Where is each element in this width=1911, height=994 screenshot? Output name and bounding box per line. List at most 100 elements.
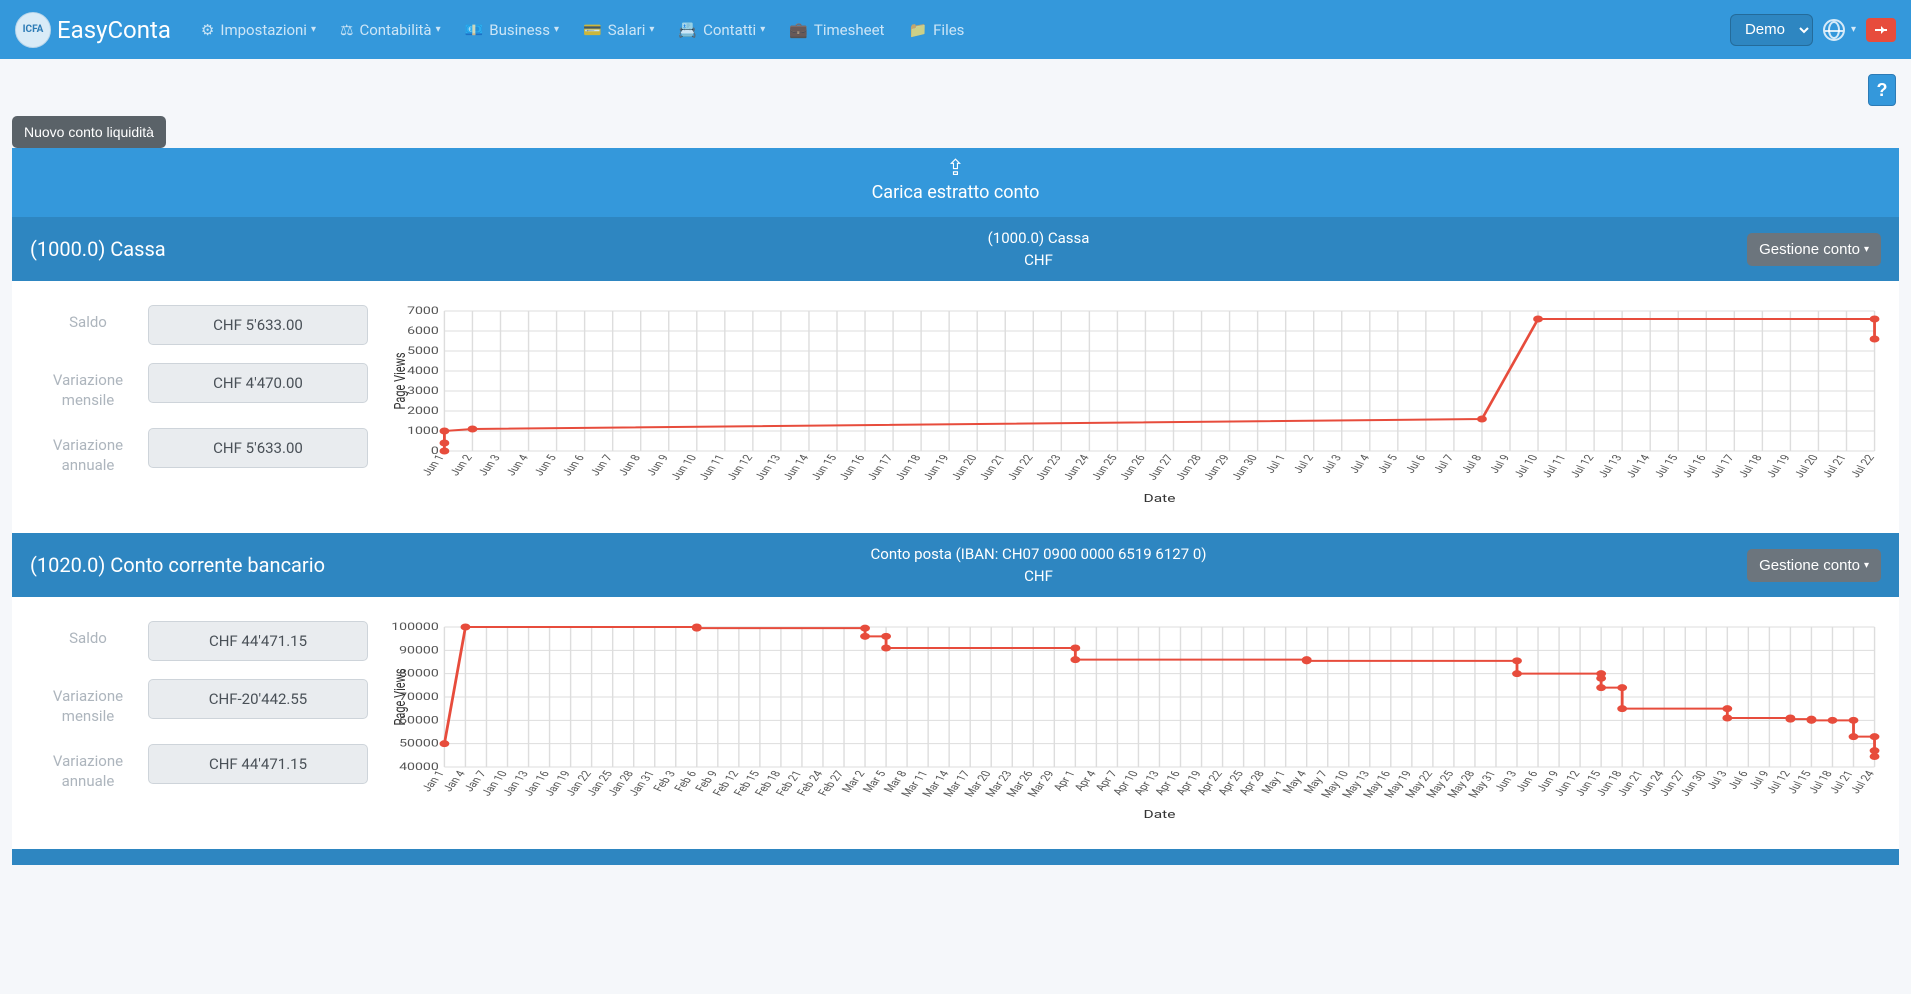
svg-text:Jul 10: Jul 10: [1511, 453, 1541, 480]
nav-contabilita[interactable]: ⚖Contabilità▾: [330, 15, 451, 45]
svg-text:100000: 100000: [391, 621, 439, 632]
svg-text:4000: 4000: [407, 365, 439, 376]
nav-business[interactable]: 💶Business▾: [455, 15, 569, 45]
svg-text:Jun 23: Jun 23: [1032, 453, 1064, 482]
svg-text:Jun 27: Jun 27: [1144, 453, 1176, 482]
stat-label-saldo: Saldo: [28, 621, 148, 649]
account-body-bancario: Saldo CHF 44'471.15 Variazione mensile C…: [12, 597, 1899, 849]
svg-text:50000: 50000: [399, 738, 439, 749]
stat-label-var-annuale: Variazione annuale: [28, 428, 148, 475]
nav-salari[interactable]: 💳Salari▾: [573, 15, 664, 45]
nav-contatti[interactable]: 📇Contatti▾: [668, 15, 775, 45]
svg-text:90000: 90000: [399, 644, 439, 655]
svg-text:Jun 2: Jun 2: [447, 453, 476, 478]
svg-text:Jun 5: Jun 5: [531, 453, 560, 478]
svg-text:Jun 8: Jun 8: [615, 453, 644, 478]
company-select[interactable]: Demo: [1730, 14, 1813, 46]
svg-text:Jun 20: Jun 20: [948, 453, 980, 482]
svg-text:Page Views: Page Views: [392, 668, 409, 725]
account-center-top: (1000.0) Cassa: [330, 229, 1747, 247]
caret-down-icon: ▾: [436, 24, 441, 35]
account-body-cassa: Saldo CHF 5'633.00 Variazione mensile CH…: [12, 281, 1899, 533]
svg-text:Jul 3: Jul 3: [1704, 769, 1731, 791]
svg-text:Jul 13: Jul 13: [1595, 453, 1625, 480]
nuovo-conto-button[interactable]: Nuovo conto liquidità: [12, 116, 166, 148]
briefcase-icon: 💼: [789, 21, 808, 39]
stat-row: Variazione mensile CHF-20'442.55: [28, 679, 368, 726]
svg-text:Jul 21: Jul 21: [1819, 453, 1849, 480]
svg-text:Jul 12: Jul 12: [1567, 453, 1597, 480]
svg-text:Jun 13: Jun 13: [752, 453, 784, 482]
svg-text:Jun 18: Jun 18: [892, 453, 924, 482]
svg-text:Jun 12: Jun 12: [724, 453, 756, 482]
svg-text:Jul 20: Jul 20: [1791, 453, 1821, 480]
svg-text:Jul 18: Jul 18: [1735, 453, 1765, 480]
caret-down-icon[interactable]: ▾: [1851, 24, 1856, 35]
help-button[interactable]: ?: [1868, 74, 1896, 106]
svg-text:Jun 11: Jun 11: [696, 453, 728, 482]
account-center-top: Conto posta (IBAN: CH07 0900 0000 6519 6…: [330, 545, 1747, 563]
stats-bancario: Saldo CHF 44'471.15 Variazione mensile C…: [28, 621, 368, 825]
nav-menu: ⚙Impostazioni▾ ⚖Contabilità▾ 💶Business▾ …: [191, 15, 1730, 45]
stat-value-saldo: CHF 5'633.00: [148, 305, 368, 345]
stat-label-var-mensile: Variazione mensile: [28, 679, 148, 726]
svg-text:2000: 2000: [407, 405, 439, 416]
svg-text:5000: 5000: [407, 345, 439, 356]
svg-text:Jun 19: Jun 19: [920, 453, 952, 482]
svg-text:3000: 3000: [407, 385, 439, 396]
account-name: (1000.0) Cassa: [30, 237, 330, 261]
account-center: Conto posta (IBAN: CH07 0900 0000 6519 6…: [330, 545, 1747, 585]
stat-row: Saldo CHF 5'633.00: [28, 305, 368, 345]
svg-text:Jul 17: Jul 17: [1707, 453, 1737, 480]
help-row: ?: [0, 59, 1911, 106]
caret-down-icon: ▾: [760, 24, 765, 35]
svg-text:Date: Date: [1144, 493, 1176, 505]
gestione-conto-button[interactable]: Gestione conto▾: [1747, 549, 1881, 582]
account-name: (1020.0) Conto corrente bancario: [30, 553, 330, 577]
nav-timesheet[interactable]: 💼 Timesheet: [779, 15, 894, 45]
svg-text:Page Views: Page Views: [392, 352, 409, 409]
svg-text:Jul 9: Jul 9: [1486, 453, 1513, 475]
svg-text:Jul 6: Jul 6: [1402, 453, 1429, 475]
upload-bar[interactable]: ⇪ Carica estratto conto: [12, 148, 1899, 217]
caret-down-icon: ▾: [1864, 244, 1869, 255]
svg-text:Jul 11: Jul 11: [1539, 453, 1569, 480]
nav-impostazioni[interactable]: ⚙Impostazioni▾: [191, 15, 326, 45]
svg-text:Jul 5: Jul 5: [1374, 453, 1401, 475]
svg-text:Jul 15: Jul 15: [1651, 453, 1681, 480]
brand[interactable]: ICFA EasyConta: [15, 12, 171, 48]
svg-text:Jun 6: Jun 6: [559, 453, 588, 478]
stat-label-var-mensile: Variazione mensile: [28, 363, 148, 410]
nav-label: Contatti: [703, 21, 756, 39]
button-label: Gestione conto: [1759, 557, 1860, 574]
nav-label: Files: [933, 21, 964, 39]
svg-text:Jun 15: Jun 15: [808, 453, 840, 482]
svg-text:Jun 25: Jun 25: [1088, 453, 1120, 482]
svg-text:Jul 1: Jul 1: [1262, 453, 1289, 475]
svg-text:Jul 16: Jul 16: [1679, 453, 1709, 480]
account-currency: CHF: [330, 251, 1747, 269]
svg-text:Jun 4: Jun 4: [503, 453, 532, 478]
stat-row: Variazione annuale CHF 44'471.15: [28, 744, 368, 791]
svg-text:6000: 6000: [407, 325, 439, 336]
svg-text:Jul 6: Jul 6: [1725, 769, 1752, 791]
stats-cassa: Saldo CHF 5'633.00 Variazione mensile CH…: [28, 305, 368, 509]
brand-name: EasyConta: [57, 16, 171, 44]
nav-label: Timesheet: [814, 21, 885, 39]
wallet-icon: 💳: [583, 21, 602, 39]
stat-value-saldo: CHF 44'471.15: [148, 621, 368, 661]
navbar: ICFA EasyConta ⚙Impostazioni▾ ⚖Contabili…: [0, 0, 1911, 59]
globe-icon[interactable]: [1823, 19, 1845, 41]
nav-files[interactable]: 📁Files: [898, 15, 974, 45]
stat-label-saldo: Saldo: [28, 305, 148, 333]
money-icon: 💶: [465, 21, 484, 39]
svg-text:Jun 10: Jun 10: [668, 453, 700, 482]
gestione-conto-button[interactable]: Gestione conto▾: [1747, 233, 1881, 266]
stat-row: Variazione mensile CHF 4'470.00: [28, 363, 368, 410]
logout-icon: [1875, 29, 1887, 31]
footer-bar: [12, 849, 1899, 865]
svg-text:Jun 29: Jun 29: [1200, 453, 1232, 482]
logout-button[interactable]: [1866, 18, 1896, 42]
caret-down-icon: ▾: [311, 24, 316, 35]
nav-label: Impostazioni: [220, 21, 307, 39]
